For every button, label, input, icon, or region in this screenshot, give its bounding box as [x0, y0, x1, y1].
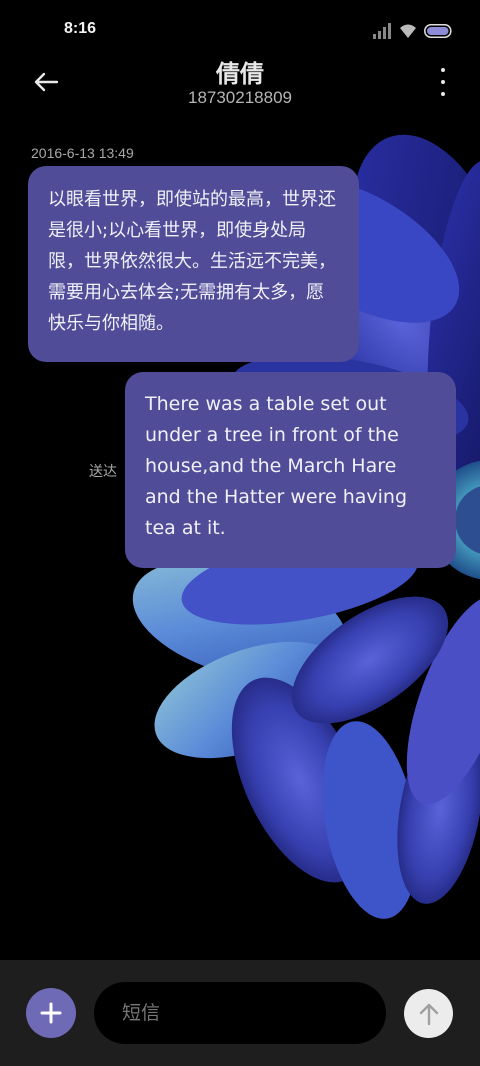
message-timestamp: 2016-6-13 13:49: [31, 145, 134, 161]
delivery-status: 送达: [89, 464, 117, 480]
messaging-screen: 8:16 倩倩 18730218809 2016-6-13 13:49 以眼看世…: [0, 0, 480, 1066]
message-input[interactable]: [94, 982, 386, 1044]
more-options-button[interactable]: [436, 68, 450, 96]
contact-number: 18730218809: [187, 88, 292, 107]
send-button[interactable]: [404, 989, 453, 1038]
status-icons: [372, 22, 454, 40]
more-vertical-icon: [441, 68, 445, 72]
conversation-header: 倩倩 18730218809: [0, 52, 480, 118]
outgoing-message-bubble[interactable]: There was a table set out under a tree i…: [125, 372, 456, 568]
plus-icon: [40, 1002, 62, 1024]
incoming-message-bubble[interactable]: 以眼看世界，即使站的最高，世界还是很小;以心看世界，即使身处局限，世界依然很大。…: [28, 166, 359, 362]
status-time: 8:16: [64, 20, 97, 37]
add-attachment-button[interactable]: [26, 988, 76, 1038]
message-composer: [0, 960, 480, 1066]
contact-name: 倩倩: [216, 60, 264, 88]
battery-icon: [424, 24, 452, 38]
wifi-icon: [400, 24, 416, 38]
signal-icon: [373, 23, 391, 39]
arrow-up-icon: [419, 1003, 438, 1025]
